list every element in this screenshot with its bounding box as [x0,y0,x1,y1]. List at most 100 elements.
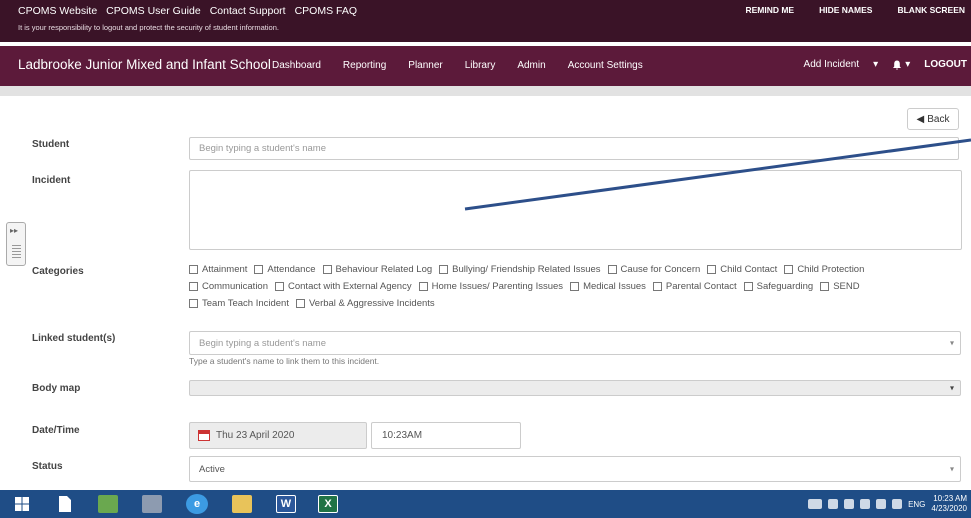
status-select[interactable]: Active ▾ [189,456,961,482]
category-label: Verbal & Aggressive Incidents [308,298,435,309]
checkbox[interactable] [189,265,198,274]
category-label: Home Issues/ Parenting Issues [431,281,564,292]
shield-icon[interactable] [844,499,855,509]
category-child-contact[interactable]: Child Contact [707,264,777,275]
chevron-down-icon: ▾ [949,464,954,474]
checkbox[interactable] [570,282,580,291]
nav-library[interactable]: Library [465,60,496,71]
app-green-icon[interactable] [98,495,118,513]
top-utility-bar: CPOMS Website CPOMS User Guide Contact S… [0,0,971,42]
keyboard-icon[interactable] [808,499,823,509]
link-contact-support[interactable]: Contact Support [210,5,286,17]
folder-icon[interactable] [232,495,252,513]
category-medical-issues[interactable]: Medical Issues [570,281,646,292]
checkbox[interactable] [189,282,198,291]
word-icon[interactable]: W [276,495,296,513]
checkbox[interactable] [275,282,284,291]
checkbox[interactable] [322,265,332,274]
system-tray: ENG 10:23 AM 4/23/2020 [808,494,967,514]
category-label: Behaviour Related Log [335,264,433,275]
document-icon[interactable] [55,495,75,513]
category-team-teach-incident[interactable]: Team Teach Incident [189,298,289,309]
logout-button[interactable]: LOGOUT [924,59,967,70]
category-label: SEND [833,281,860,292]
back-button[interactable]: ◀ Back [907,108,959,130]
incident-textarea[interactable] [189,170,962,250]
add-incident-link[interactable]: Add Incident [804,59,860,70]
checkbox[interactable] [607,265,617,274]
nav-admin[interactable]: Admin [517,60,545,71]
language-indicator[interactable]: ENG [908,500,925,509]
time-input[interactable]: 10:23AM [371,422,521,449]
taskbar-clock[interactable]: 10:23 AM 4/23/2020 [931,494,967,514]
remind-me-button[interactable]: REMIND ME [745,5,794,15]
add-incident-caret[interactable]: ▾ [873,59,878,70]
category-label: Contact with External Agency [288,281,412,292]
main-navbar: Ladbrooke Junior Mixed and Infant School… [0,46,971,86]
checkbox[interactable] [652,282,662,291]
category-safeguarding[interactable]: Safeguarding [743,281,813,292]
checkbox[interactable] [820,282,830,291]
category-verbal-aggressive[interactable]: Verbal & Aggressive Incidents [295,298,435,309]
top-actions: REMIND ME HIDE NAMES BLANK SCREEN [745,5,965,15]
nav-account-settings[interactable]: Account Settings [568,60,643,71]
checkbox[interactable] [743,282,753,291]
category-behaviour-related-log[interactable]: Behaviour Related Log [322,264,433,275]
nav-dashboard[interactable]: Dashboard [272,60,321,71]
checkbox[interactable] [418,282,428,291]
hide-names-button[interactable]: HIDE NAMES [819,5,872,15]
linked-students-label: Linked student(s) [32,333,116,344]
chat-icon[interactable] [892,499,903,509]
back-label: Back [927,113,950,125]
school-name[interactable]: Ladbrooke Junior Mixed and Infant School [18,57,271,72]
battery-icon[interactable] [876,499,887,509]
student-label: Student [32,139,70,150]
link-cpoms-user-guide[interactable]: CPOMS User Guide [106,5,201,17]
category-label: Child Protection [797,264,865,275]
internet-explorer-icon[interactable]: e [186,494,208,514]
date-picker[interactable]: Thu 23 April 2020 [189,422,367,449]
notifications-menu[interactable]: ▾ [892,59,910,70]
calendar-icon [198,430,210,441]
blank-screen-button[interactable]: BLANK SCREEN [897,5,965,15]
category-parental-contact[interactable]: Parental Contact [652,281,737,292]
category-send[interactable]: SEND [820,281,860,292]
volume-icon[interactable] [860,499,871,509]
link-cpoms-faq[interactable]: CPOMS FAQ [295,5,357,17]
category-label: Communication [202,281,268,292]
checkbox[interactable] [254,265,264,274]
clock-time: 10:23 AM [933,494,967,503]
windows-start-icon[interactable] [12,495,32,513]
body-map-toggle[interactable]: ▾ [189,380,961,396]
network-icon[interactable] [828,499,839,509]
status-value: Active [199,463,225,475]
nav-reporting[interactable]: Reporting [343,60,386,71]
category-attendance[interactable]: Attendance [254,264,316,275]
category-label: Child Contact [720,264,778,275]
category-communication[interactable]: Communication [189,281,268,292]
nav-planner[interactable]: Planner [408,60,442,71]
body-map-label: Body map [32,383,81,394]
checkbox[interactable] [707,265,717,274]
checkbox[interactable] [439,265,449,274]
link-cpoms-website[interactable]: CPOMS Website [18,5,97,17]
recycle-bin-icon[interactable] [142,495,162,513]
category-home-issues[interactable]: Home Issues/ Parenting Issues [418,281,564,292]
category-bullying[interactable]: Bullying/ Friendship Related Issues [439,264,601,275]
arrow-left-icon: ◀ [916,113,925,125]
categories-checkboxes: Attainment Attendance Behaviour Related … [189,264,949,315]
category-contact-external-agency[interactable]: Contact with External Agency [275,281,412,292]
excel-icon[interactable]: X [318,495,338,513]
checkbox[interactable] [295,299,305,308]
category-child-protection[interactable]: Child Protection [784,264,864,275]
category-cause-for-concern[interactable]: Cause for Concern [607,264,700,275]
category-attainment[interactable]: Attainment [189,264,247,275]
chevron-down-icon[interactable]: ▾ [950,339,954,348]
checkbox[interactable] [189,299,198,308]
chevron-down-icon: ▾ [949,383,954,393]
student-input[interactable]: Begin typing a student's name [189,137,959,160]
linked-students-input[interactable]: Begin typing a student's name ▾ [189,331,961,355]
excel-letter: X [324,498,332,510]
bell-icon [893,60,902,70]
checkbox[interactable] [784,265,794,274]
